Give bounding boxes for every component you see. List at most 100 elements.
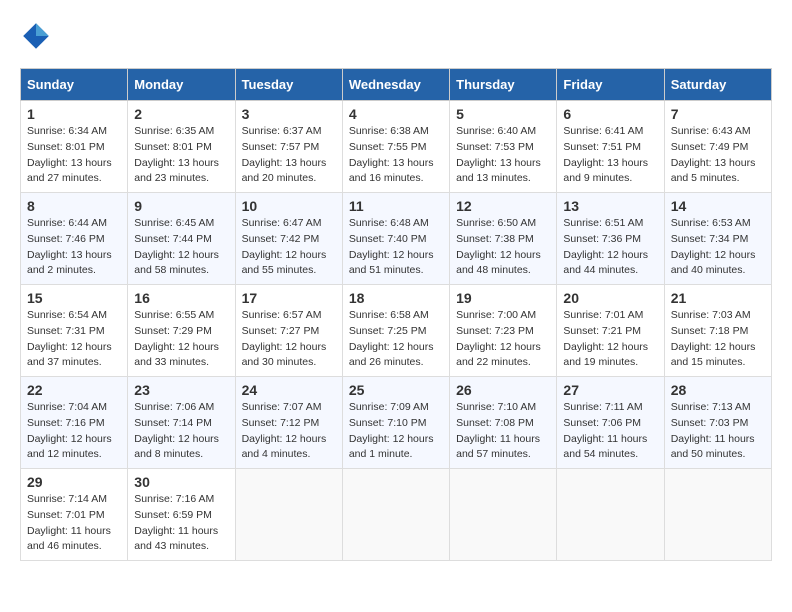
- day-info: Sunrise: 7:06 AM Sunset: 7:14 PM Dayligh…: [134, 400, 228, 463]
- day-number: 15: [27, 290, 121, 306]
- calendar-cell: 9 Sunrise: 6:45 AM Sunset: 7:44 PM Daylig…: [128, 193, 235, 285]
- calendar-week-3: 15 Sunrise: 6:54 AM Sunset: 7:31 PM Dayli…: [21, 285, 772, 377]
- day-info: Sunrise: 6:44 AM Sunset: 7:46 PM Dayligh…: [27, 216, 121, 279]
- day-number: 11: [349, 198, 443, 214]
- day-number: 18: [349, 290, 443, 306]
- day-number: 2: [134, 106, 228, 122]
- day-info: Sunrise: 6:37 AM Sunset: 7:57 PM Dayligh…: [242, 124, 336, 187]
- calendar-cell: 2 Sunrise: 6:35 AM Sunset: 8:01 PM Daylig…: [128, 101, 235, 193]
- day-info: Sunrise: 6:35 AM Sunset: 8:01 PM Dayligh…: [134, 124, 228, 187]
- calendar-cell: 21 Sunrise: 7:03 AM Sunset: 7:18 PM Dayli…: [664, 285, 771, 377]
- calendar-cell: 14 Sunrise: 6:53 AM Sunset: 7:34 PM Dayli…: [664, 193, 771, 285]
- calendar-week-5: 29Sunrise: 7:14 AM Sunset: 7:01 PM Dayli…: [21, 469, 772, 561]
- day-info: Sunrise: 7:13 AM Sunset: 7:03 PM Dayligh…: [671, 400, 765, 463]
- day-info: Sunrise: 6:50 AM Sunset: 7:38 PM Dayligh…: [456, 216, 550, 279]
- calendar-cell: 16 Sunrise: 6:55 AM Sunset: 7:29 PM Dayli…: [128, 285, 235, 377]
- calendar-cell: 11 Sunrise: 6:48 AM Sunset: 7:40 PM Dayli…: [342, 193, 449, 285]
- day-info: Sunrise: 6:34 AM Sunset: 8:01 PM Dayligh…: [27, 124, 121, 187]
- day-number: 28: [671, 382, 765, 398]
- day-info: Sunrise: 6:38 AM Sunset: 7:55 PM Dayligh…: [349, 124, 443, 187]
- calendar-cell: 30 Sunrise: 7:16 AM Sunset: 6:59 PM Dayli…: [128, 469, 235, 561]
- calendar-cell: 12 Sunrise: 6:50 AM Sunset: 7:38 PM Dayli…: [450, 193, 557, 285]
- weekday-header-friday: Friday: [557, 69, 664, 101]
- calendar-cell: [664, 469, 771, 561]
- day-number: 17: [242, 290, 336, 306]
- day-info: Sunrise: 7:03 AM Sunset: 7:18 PM Dayligh…: [671, 308, 765, 371]
- day-info: Sunrise: 7:16 AM Sunset: 6:59 PM Dayligh…: [134, 492, 228, 555]
- day-info: Sunrise: 7:01 AM Sunset: 7:21 PM Dayligh…: [563, 308, 657, 371]
- day-info: Sunrise: 7:00 AM Sunset: 7:23 PM Dayligh…: [456, 308, 550, 371]
- day-info: Sunrise: 6:47 AM Sunset: 7:42 PM Dayligh…: [242, 216, 336, 279]
- day-info: Sunrise: 7:09 AM Sunset: 7:10 PM Dayligh…: [349, 400, 443, 463]
- calendar-week-2: 8 Sunrise: 6:44 AM Sunset: 7:46 PM Daylig…: [21, 193, 772, 285]
- calendar-body: 1 Sunrise: 6:34 AM Sunset: 8:01 PM Daylig…: [21, 101, 772, 561]
- calendar-header: SundayMondayTuesdayWednesdayThursdayFrid…: [21, 69, 772, 101]
- day-number: 23: [134, 382, 228, 398]
- calendar-cell: 18 Sunrise: 6:58 AM Sunset: 7:25 PM Dayli…: [342, 285, 449, 377]
- calendar-cell: 19 Sunrise: 7:00 AM Sunset: 7:23 PM Dayli…: [450, 285, 557, 377]
- logo: [20, 20, 56, 52]
- calendar-cell: 4 Sunrise: 6:38 AM Sunset: 7:55 PM Daylig…: [342, 101, 449, 193]
- day-number: 7: [671, 106, 765, 122]
- day-info: Sunrise: 6:43 AM Sunset: 7:49 PM Dayligh…: [671, 124, 765, 187]
- day-number: 13: [563, 198, 657, 214]
- page-header: [20, 20, 772, 52]
- day-info: Sunrise: 6:54 AM Sunset: 7:31 PM Dayligh…: [27, 308, 121, 371]
- day-info: Sunrise: 6:41 AM Sunset: 7:51 PM Dayligh…: [563, 124, 657, 187]
- calendar-cell: 27 Sunrise: 7:11 AM Sunset: 7:06 PM Dayli…: [557, 377, 664, 469]
- day-number: 4: [349, 106, 443, 122]
- calendar-cell: [450, 469, 557, 561]
- day-number: 8: [27, 198, 121, 214]
- weekday-header-row: SundayMondayTuesdayWednesdayThursdayFrid…: [21, 69, 772, 101]
- calendar-cell: 10 Sunrise: 6:47 AM Sunset: 7:42 PM Dayli…: [235, 193, 342, 285]
- calendar-week-1: 1 Sunrise: 6:34 AM Sunset: 8:01 PM Daylig…: [21, 101, 772, 193]
- day-info: Sunrise: 6:53 AM Sunset: 7:34 PM Dayligh…: [671, 216, 765, 279]
- day-number: 1: [27, 106, 121, 122]
- weekday-header-monday: Monday: [128, 69, 235, 101]
- day-info: Sunrise: 6:55 AM Sunset: 7:29 PM Dayligh…: [134, 308, 228, 371]
- day-number: 21: [671, 290, 765, 306]
- calendar-cell: [557, 469, 664, 561]
- day-number: 12: [456, 198, 550, 214]
- day-number: 26: [456, 382, 550, 398]
- calendar-cell: 13 Sunrise: 6:51 AM Sunset: 7:36 PM Dayli…: [557, 193, 664, 285]
- calendar-cell: 23 Sunrise: 7:06 AM Sunset: 7:14 PM Dayli…: [128, 377, 235, 469]
- day-number: 22: [27, 382, 121, 398]
- day-number: 9: [134, 198, 228, 214]
- calendar-cell: 5Sunrise: 6:40 AM Sunset: 7:53 PM Daylig…: [450, 101, 557, 193]
- day-info: Sunrise: 6:51 AM Sunset: 7:36 PM Dayligh…: [563, 216, 657, 279]
- weekday-header-tuesday: Tuesday: [235, 69, 342, 101]
- day-number: 19: [456, 290, 550, 306]
- day-number: 24: [242, 382, 336, 398]
- day-number: 5: [456, 106, 550, 122]
- day-number: 10: [242, 198, 336, 214]
- calendar-cell: [235, 469, 342, 561]
- calendar-table: SundayMondayTuesdayWednesdayThursdayFrid…: [20, 68, 772, 561]
- calendar-cell: 26Sunrise: 7:10 AM Sunset: 7:08 PM Dayli…: [450, 377, 557, 469]
- calendar-cell: 15 Sunrise: 6:54 AM Sunset: 7:31 PM Dayli…: [21, 285, 128, 377]
- logo-icon: [20, 20, 52, 52]
- weekday-header-sunday: Sunday: [21, 69, 128, 101]
- day-number: 30: [134, 474, 228, 490]
- day-number: 3: [242, 106, 336, 122]
- day-info: Sunrise: 7:14 AM Sunset: 7:01 PM Dayligh…: [27, 492, 121, 555]
- day-number: 16: [134, 290, 228, 306]
- calendar-cell: 8 Sunrise: 6:44 AM Sunset: 7:46 PM Daylig…: [21, 193, 128, 285]
- calendar-cell: 17 Sunrise: 6:57 AM Sunset: 7:27 PM Dayli…: [235, 285, 342, 377]
- calendar-cell: 24 Sunrise: 7:07 AM Sunset: 7:12 PM Dayli…: [235, 377, 342, 469]
- day-info: Sunrise: 7:04 AM Sunset: 7:16 PM Dayligh…: [27, 400, 121, 463]
- calendar-cell: 3 Sunrise: 6:37 AM Sunset: 7:57 PM Daylig…: [235, 101, 342, 193]
- day-number: 27: [563, 382, 657, 398]
- day-number: 14: [671, 198, 765, 214]
- day-number: 20: [563, 290, 657, 306]
- day-info: Sunrise: 6:58 AM Sunset: 7:25 PM Dayligh…: [349, 308, 443, 371]
- day-number: 6: [563, 106, 657, 122]
- day-number: 25: [349, 382, 443, 398]
- day-info: Sunrise: 7:07 AM Sunset: 7:12 PM Dayligh…: [242, 400, 336, 463]
- day-info: Sunrise: 6:48 AM Sunset: 7:40 PM Dayligh…: [349, 216, 443, 279]
- day-info: Sunrise: 7:11 AM Sunset: 7:06 PM Dayligh…: [563, 400, 657, 463]
- weekday-header-saturday: Saturday: [664, 69, 771, 101]
- day-info: Sunrise: 6:57 AM Sunset: 7:27 PM Dayligh…: [242, 308, 336, 371]
- day-info: Sunrise: 6:45 AM Sunset: 7:44 PM Dayligh…: [134, 216, 228, 279]
- calendar-cell: 28 Sunrise: 7:13 AM Sunset: 7:03 PM Dayli…: [664, 377, 771, 469]
